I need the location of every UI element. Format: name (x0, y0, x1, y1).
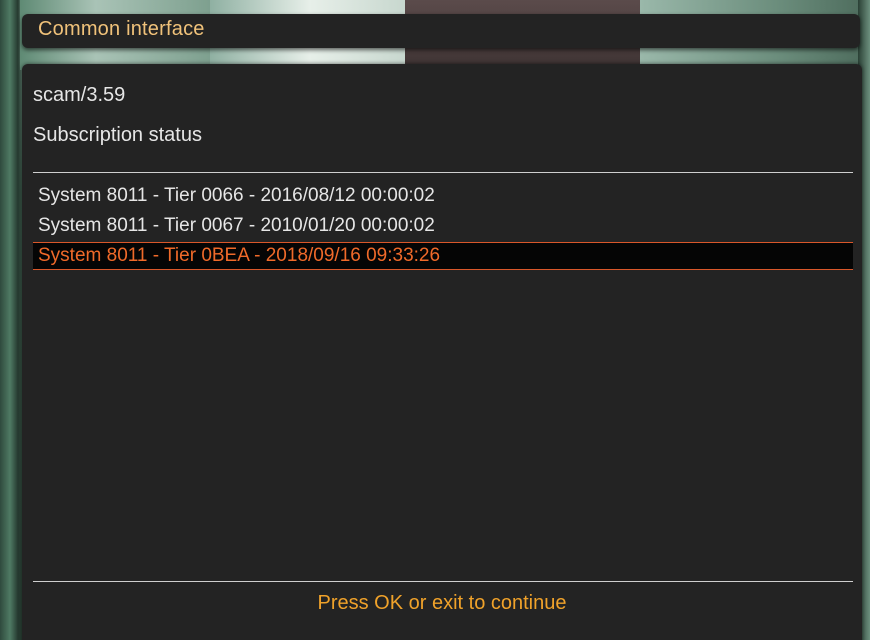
title-bar: Common interface (22, 14, 860, 48)
divider (33, 172, 853, 173)
module-version: scam/3.59 (33, 84, 126, 106)
section-heading: Subscription status (33, 124, 202, 146)
list-item[interactable]: System 8011 - Tier 0067 - 2010/01/20 00:… (33, 212, 853, 240)
subscription-list[interactable]: System 8011 - Tier 0066 - 2016/08/12 00:… (33, 182, 853, 272)
divider (33, 581, 853, 582)
window-title: Common interface (38, 18, 205, 40)
footer-hint: Press OK or exit to continue (317, 592, 567, 614)
list-item-selected[interactable]: System 8011 - Tier 0BEA - 2018/09/16 09:… (33, 242, 853, 270)
main-panel: scam/3.59 Subscription status System 801… (22, 64, 862, 640)
list-item[interactable]: System 8011 - Tier 0066 - 2016/08/12 00:… (33, 182, 853, 210)
screen: Common interface scam/3.59 Subscription … (0, 0, 870, 640)
